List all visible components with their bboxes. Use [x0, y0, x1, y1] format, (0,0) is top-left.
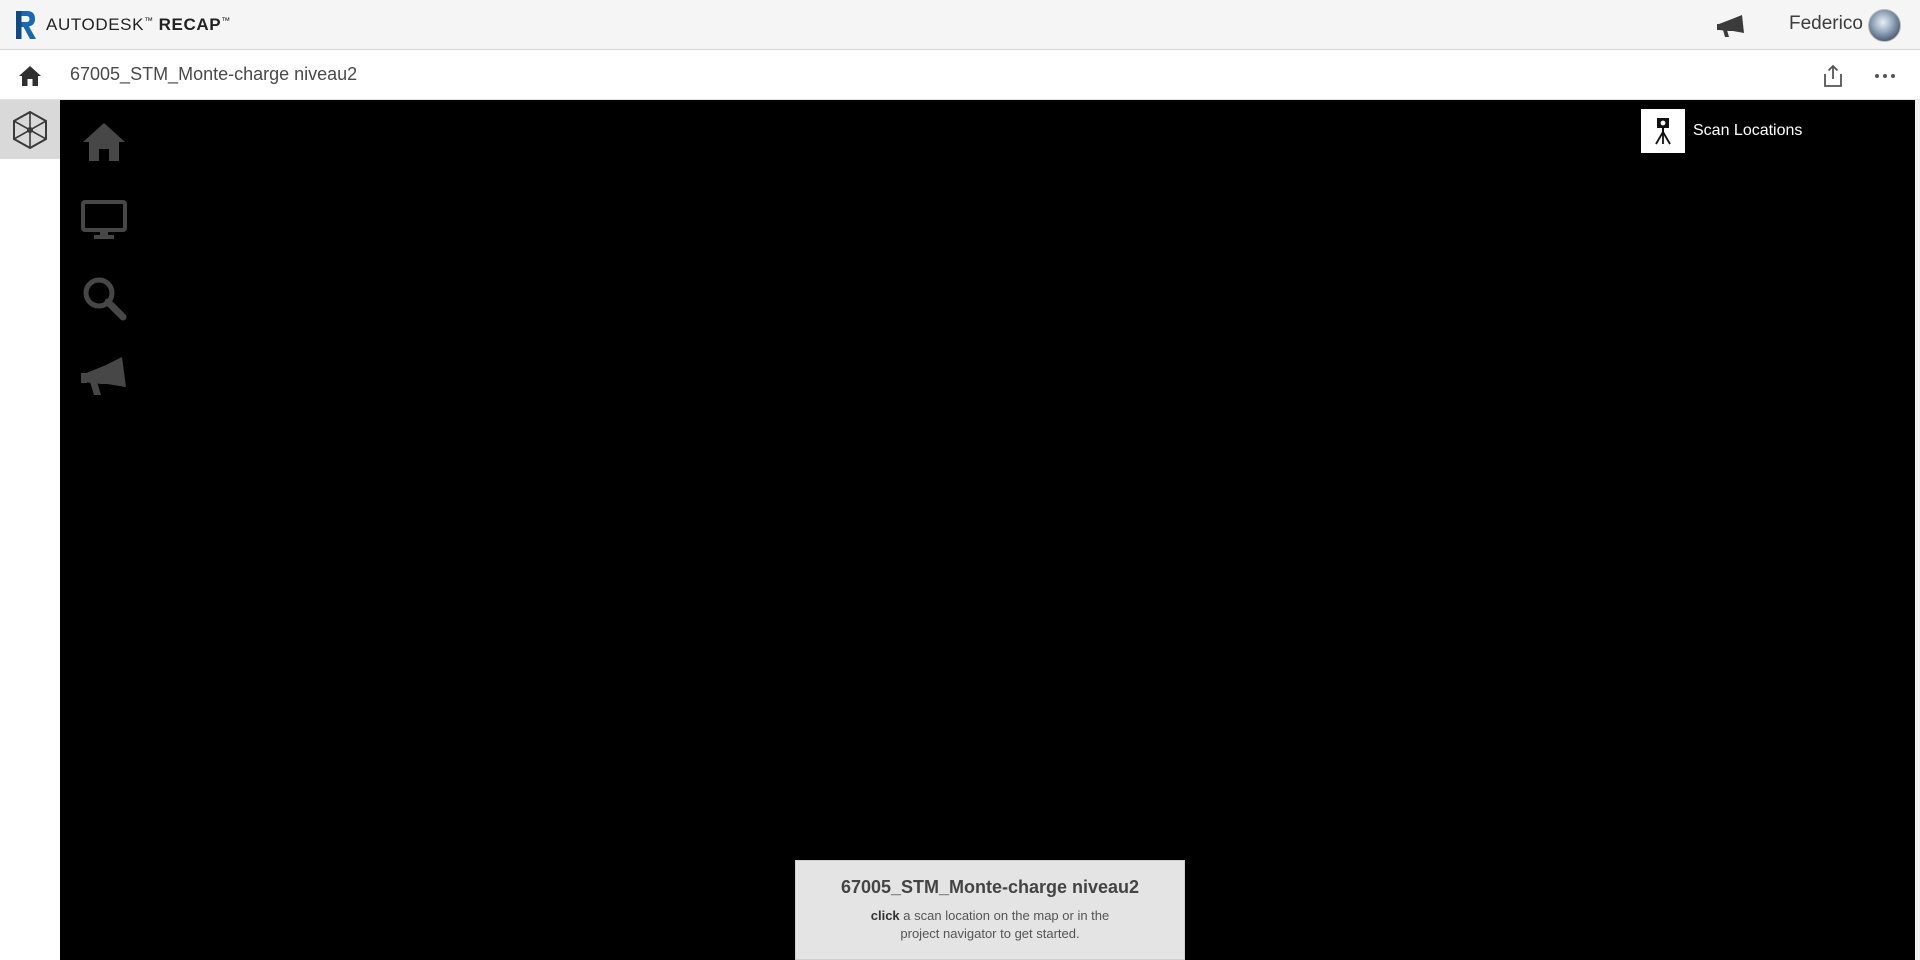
project-title: 67005_STM_Monte-charge niveau2	[70, 64, 358, 84]
monitor-icon	[81, 200, 127, 239]
info-panel-instructions: click a scan location on the map or in t…	[855, 907, 1125, 943]
share-icon	[1824, 64, 1842, 87]
megaphone-icon	[1717, 15, 1744, 37]
rail-item-3d-view[interactable]	[0, 100, 60, 159]
scanner-tripod-icon	[1655, 118, 1671, 145]
viewer-display-button[interactable]	[78, 194, 130, 246]
autodesk-recap-logo[interactable]: AUTODESK™ RECAP™	[14, 9, 231, 41]
left-rail	[0, 100, 60, 960]
3d-view-icon	[13, 110, 47, 149]
home-icon	[19, 66, 41, 86]
home-button[interactable]	[14, 63, 46, 89]
share-button[interactable]	[1818, 61, 1848, 91]
megaphone-icon	[81, 357, 126, 395]
more-options-button[interactable]	[1870, 61, 1900, 91]
info-panel-body-text: a scan location on the map or in the pro…	[899, 908, 1110, 941]
product-name: RECAP	[158, 15, 222, 34]
viewer-announcements-button[interactable]	[78, 350, 130, 402]
announcements-button[interactable]	[1714, 11, 1748, 41]
viewer-home-button[interactable]	[78, 116, 130, 168]
scan-locations-toggle[interactable]: Scan Locations	[1641, 109, 1802, 153]
user-avatar[interactable]	[1868, 9, 1901, 42]
brand-text: AUTODESK™ RECAP™	[46, 15, 231, 35]
project-header: 67005_STM_Monte-charge niveau2	[0, 51, 1920, 100]
more-horizontal-icon	[1875, 74, 1895, 78]
scan-viewer-canvas[interactable]: Scan Locations 67005_STM_Monte-charge ni…	[60, 100, 1915, 960]
viewer-search-button[interactable]	[78, 272, 130, 324]
recap-logo-icon	[16, 11, 36, 39]
info-panel-title: 67005_STM_Monte-charge niveau2	[840, 877, 1140, 897]
app-header: AUTODESK™ RECAP™ Federico	[0, 0, 1920, 50]
trademark-mark: ™	[144, 15, 154, 26]
user-name[interactable]: Federico	[1789, 13, 1863, 35]
scan-locations-label: Scan Locations	[1693, 122, 1803, 139]
brand-name: AUTODESK	[46, 15, 145, 34]
trademark-mark-2: ™	[221, 15, 231, 26]
home-icon	[83, 123, 125, 161]
search-icon	[83, 277, 127, 321]
scan-locations-icon-box	[1641, 109, 1685, 153]
project-info-panel: 67005_STM_Monte-charge niveau2 click a s…	[795, 860, 1185, 960]
info-panel-bold-word: click	[870, 908, 900, 923]
viewer-scrollbar[interactable]	[1915, 100, 1920, 960]
